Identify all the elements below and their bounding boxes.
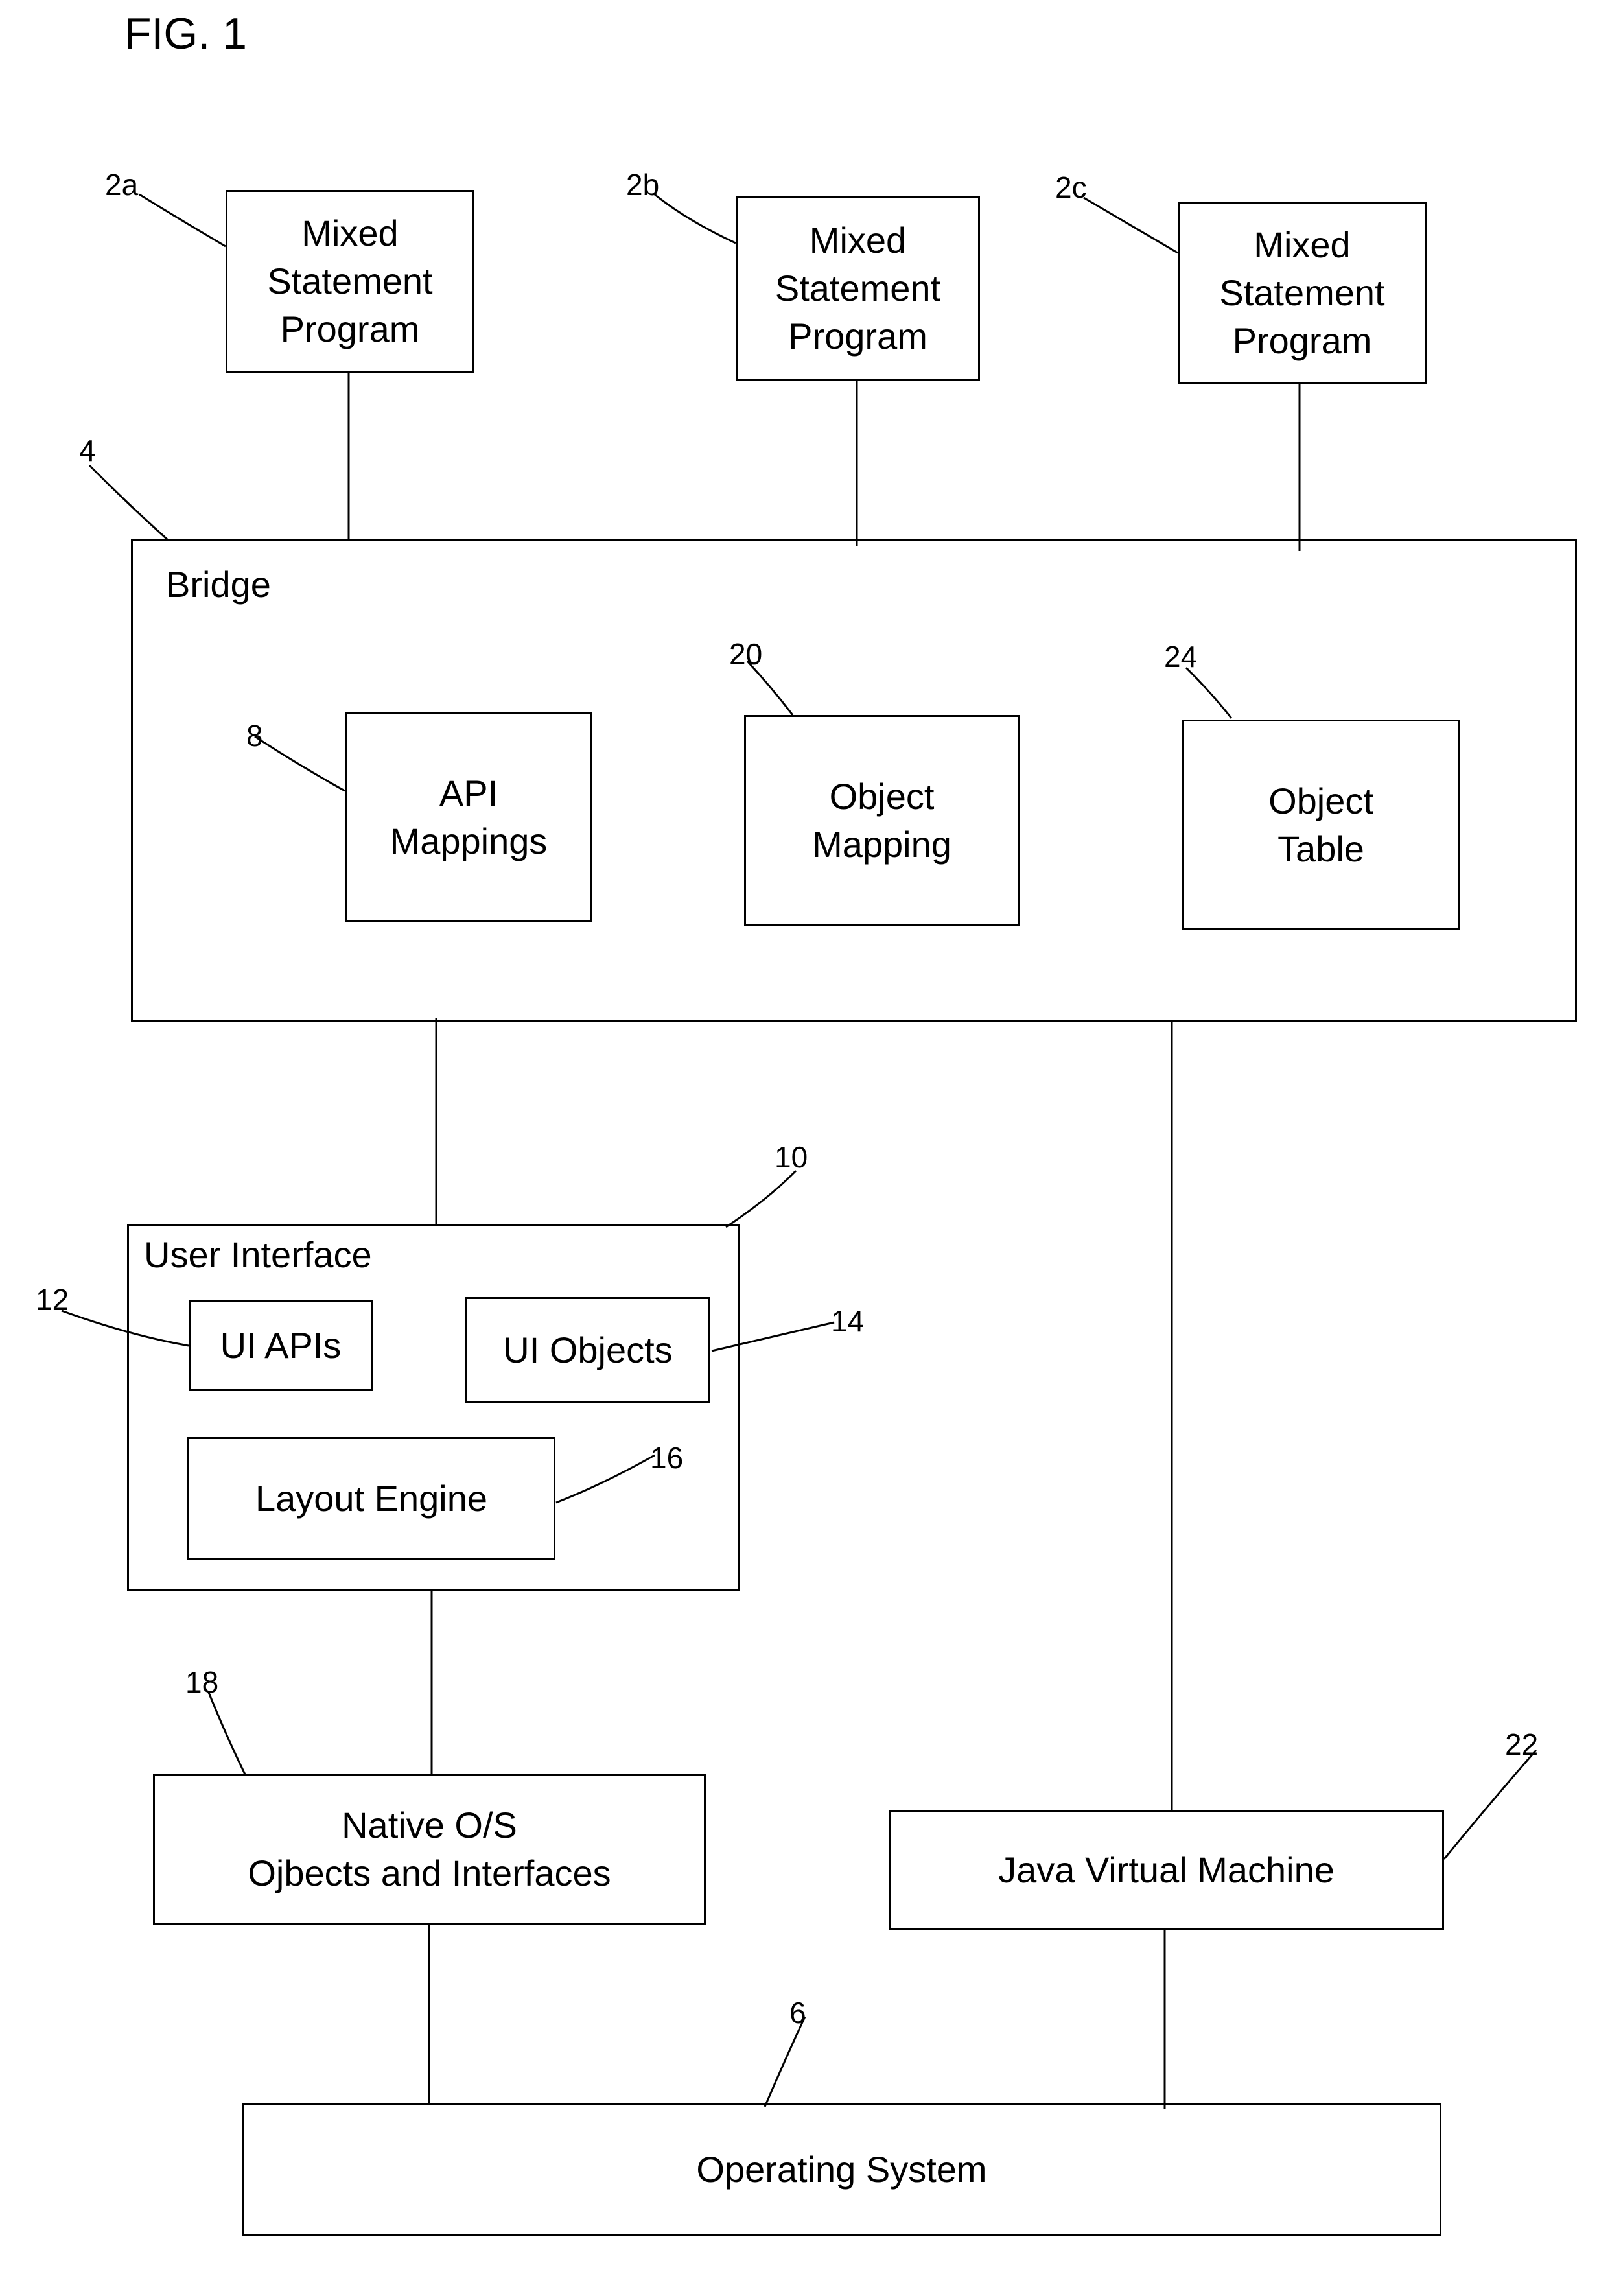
program-label-line: Statement — [775, 267, 941, 309]
program-label-line: Program — [788, 315, 927, 357]
leader-10 — [725, 1169, 797, 1228]
mixed-statement-program-2a: Mixed Statement Program — [226, 190, 474, 373]
program-label-line: Mixed — [809, 219, 907, 261]
ref-label-2c: 2c — [1055, 170, 1087, 204]
program-label-line: Program — [1232, 320, 1372, 361]
ref-label-12: 12 — [36, 1283, 69, 1317]
object-mapping-label-line: Object — [829, 775, 935, 817]
ui-objects-box: UI Objects — [465, 1297, 710, 1403]
ref-label-14: 14 — [831, 1304, 865, 1338]
layout-engine-label: Layout Engine — [255, 1477, 488, 1519]
leader-2c — [1083, 196, 1178, 254]
program-label-line: Mixed — [1254, 224, 1351, 265]
leader-2b — [654, 193, 736, 244]
operating-system-box: Operating System — [242, 2103, 1441, 2236]
object-mapping-box: Object Mapping — [744, 715, 1020, 926]
object-table-label-line: Object — [1268, 780, 1373, 821]
user-interface-title: User Interface — [144, 1234, 372, 1275]
native-os-label-line: Native O/S — [342, 1805, 517, 1845]
leader-18 — [207, 1692, 246, 1775]
program-label-line: Statement — [267, 261, 433, 301]
program-label-line: Mixed — [301, 213, 399, 253]
jvm-label: Java Virtual Machine — [998, 1849, 1335, 1890]
ref-label-24: 24 — [1164, 640, 1198, 674]
mixed-statement-program-2c: Mixed Statement Program — [1178, 202, 1427, 384]
bridge-title: Bridge — [166, 564, 271, 605]
program-label-line: Statement — [1219, 272, 1385, 313]
ref-label-6: 6 — [789, 1996, 806, 2030]
java-virtual-machine-box: Java Virtual Machine — [889, 1810, 1444, 1930]
ref-label-2a: 2a — [105, 168, 139, 202]
ref-label-8: 8 — [246, 719, 263, 753]
leader-22 — [1443, 1750, 1537, 1860]
mixed-statement-program-2b: Mixed Statement Program — [736, 196, 980, 381]
operating-system-label: Operating System — [696, 2148, 987, 2190]
ref-label-18: 18 — [185, 1665, 219, 1699]
program-label-line: Program — [280, 309, 420, 349]
leader-6 — [764, 2016, 806, 2107]
figure-title: FIG. 1 — [124, 9, 247, 58]
api-mappings-label-line: Mappings — [390, 820, 548, 861]
native-os-objects-box: Native O/S Ojbects and Interfaces — [153, 1774, 706, 1925]
ui-objects-label: UI Objects — [503, 1329, 673, 1370]
ref-label-10: 10 — [775, 1140, 808, 1174]
object-table-label-line: Table — [1277, 828, 1364, 869]
leader-2a — [139, 193, 226, 248]
native-os-label-line: Ojbects and Interfaces — [248, 1853, 611, 1893]
object-table-box: Object Table — [1182, 720, 1460, 930]
object-mapping-label-line: Mapping — [812, 823, 951, 865]
layout-engine-box: Layout Engine — [187, 1437, 555, 1560]
leader-4 — [88, 464, 169, 541]
ui-apis-box: UI APIs — [189, 1300, 373, 1391]
api-mappings-label-line: API — [439, 772, 498, 814]
ref-label-22: 22 — [1505, 1728, 1539, 1761]
ref-label-4: 4 — [79, 434, 96, 467]
ui-apis-label: UI APIs — [220, 1324, 342, 1366]
api-mappings-box: API Mappings — [345, 712, 592, 922]
ref-label-2b: 2b — [626, 168, 660, 202]
ref-label-16: 16 — [650, 1441, 684, 1475]
ref-label-20: 20 — [729, 637, 763, 671]
